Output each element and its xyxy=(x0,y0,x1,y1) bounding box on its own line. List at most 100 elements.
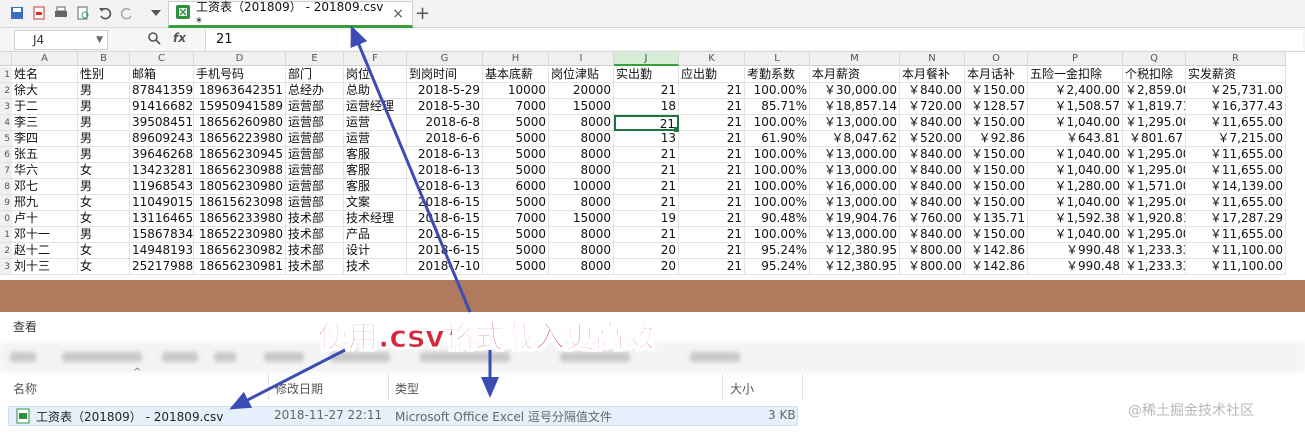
table-cell[interactable]: ￥11,655.00 xyxy=(1186,115,1286,131)
table-cell[interactable]: 5000 xyxy=(483,243,549,259)
header-cell[interactable]: 应出勤 xyxy=(679,67,745,83)
table-cell[interactable]: 18656233980 xyxy=(194,211,286,227)
table-cell[interactable]: 10000 xyxy=(483,83,549,99)
table-cell[interactable]: 运营 xyxy=(344,131,407,147)
header-cell[interactable]: 本月薪资 xyxy=(810,67,900,83)
table-cell[interactable]: ￥7,215.00 xyxy=(1186,131,1286,147)
table-cell[interactable]: 90.48% xyxy=(745,211,810,227)
table-cell[interactable]: 914166824 xyxy=(130,99,194,115)
header-cell[interactable]: 五险一金扣除 xyxy=(1028,67,1123,83)
table-cell[interactable]: ￥13,000.00 xyxy=(810,227,900,243)
table-cell[interactable]: ￥11,655.00 xyxy=(1186,163,1286,179)
table-cell[interactable]: 95.24% xyxy=(745,243,810,259)
row-header[interactable]: 1 xyxy=(0,67,12,83)
table-cell[interactable]: ￥11,100.00 xyxy=(1186,259,1286,275)
table-cell[interactable]: 21 xyxy=(679,147,745,163)
table-cell[interactable]: 2018-5-29 xyxy=(407,83,483,99)
table-cell[interactable]: ￥92.86 xyxy=(965,131,1028,147)
table-cell[interactable]: 18656230945 xyxy=(194,147,286,163)
row-header[interactable]: 3 xyxy=(0,99,12,115)
table-cell[interactable]: 男 xyxy=(78,115,130,131)
spreadsheet-grid[interactable]: A B C D E F G H I J K L M N O P Q R 1 姓名 性别 邮箱 手机号码 部门 岗位 到岗时间 基本底… xyxy=(0,52,1305,280)
table-cell[interactable]: 7000 xyxy=(483,99,549,115)
table-cell[interactable]: ￥801.67 xyxy=(1123,131,1186,147)
table-cell[interactable]: ￥1,040.00 xyxy=(1028,195,1123,211)
table-cell[interactable]: 878413592 xyxy=(130,83,194,99)
print-preview-icon[interactable] xyxy=(74,4,92,22)
row-header[interactable]: 6 xyxy=(0,147,12,163)
table-cell[interactable]: 李四 xyxy=(12,131,78,147)
table-cell[interactable]: 20000 xyxy=(549,83,614,99)
column-header-e[interactable]: E xyxy=(286,52,344,66)
table-cell[interactable]: 2018-6-8 xyxy=(407,115,483,131)
table-cell[interactable]: ￥800.00 xyxy=(900,259,965,275)
header-cell[interactable]: 姓名 xyxy=(12,67,78,83)
table-cell[interactable]: 邓七 xyxy=(12,179,78,195)
column-divider[interactable] xyxy=(268,374,269,400)
table-cell[interactable]: ￥1,592.38 xyxy=(1028,211,1123,227)
table-cell[interactable]: ￥13,000.00 xyxy=(810,163,900,179)
file-name[interactable]: 工资表（201809） - 201809.csv xyxy=(36,408,223,425)
table-cell[interactable]: 技术部 xyxy=(286,243,344,259)
table-cell[interactable]: 21 xyxy=(614,83,679,99)
table-cell[interactable]: ￥13,000.00 xyxy=(810,115,900,131)
table-cell[interactable]: ￥142.86 xyxy=(965,259,1028,275)
table-cell[interactable]: 技术部 xyxy=(286,227,344,243)
column-header-k[interactable]: K xyxy=(679,52,745,66)
table-cell[interactable]: 男 xyxy=(78,179,130,195)
table-cell[interactable]: 邓十一 xyxy=(12,227,78,243)
row-header[interactable]: 2 xyxy=(0,243,12,259)
table-cell[interactable]: 21 xyxy=(614,179,679,195)
table-cell[interactable]: ￥1,040.00 xyxy=(1028,115,1123,131)
table-cell[interactable]: 5000 xyxy=(483,259,549,275)
select-all-corner[interactable] xyxy=(0,52,12,66)
table-cell[interactable]: ￥8,047.62 xyxy=(810,131,900,147)
column-header-size[interactable]: 大小 xyxy=(730,380,754,397)
table-cell[interactable]: 18652230980 xyxy=(194,227,286,243)
header-cell[interactable]: 个税扣除 xyxy=(1123,67,1186,83)
table-cell[interactable]: ￥840.00 xyxy=(900,163,965,179)
column-divider[interactable] xyxy=(388,374,389,400)
header-cell[interactable]: 实发薪资 xyxy=(1186,67,1286,83)
table-cell[interactable]: ￥135.71 xyxy=(965,211,1028,227)
table-cell[interactable]: 总助 xyxy=(344,83,407,99)
table-cell[interactable]: ￥13,000.00 xyxy=(810,147,900,163)
table-cell[interactable]: 5000 xyxy=(483,131,549,147)
table-cell[interactable]: 100.00% xyxy=(745,83,810,99)
table-cell[interactable]: 客服 xyxy=(344,163,407,179)
table-cell[interactable]: 李三 xyxy=(12,115,78,131)
table-cell[interactable]: ￥150.00 xyxy=(965,83,1028,99)
table-cell[interactable]: 8000 xyxy=(549,115,614,131)
table-cell[interactable]: 18963642351 xyxy=(194,83,286,99)
table-cell[interactable]: 技术部 xyxy=(286,211,344,227)
table-cell[interactable]: ￥11,100.00 xyxy=(1186,243,1286,259)
table-cell[interactable]: 21 xyxy=(614,195,679,211)
column-header-date[interactable]: 修改日期 xyxy=(275,380,323,397)
table-cell[interactable]: 运营 xyxy=(344,115,407,131)
table-cell[interactable]: 张五 xyxy=(12,147,78,163)
table-cell[interactable]: 21 xyxy=(679,211,745,227)
table-cell[interactable]: 客服 xyxy=(344,179,407,195)
header-cell[interactable]: 性别 xyxy=(78,67,130,83)
row-header[interactable]: 7 xyxy=(0,163,12,179)
table-cell[interactable]: 男 xyxy=(78,147,130,163)
header-cell[interactable]: 基本底薪 xyxy=(483,67,549,83)
table-cell[interactable]: ￥11,655.00 xyxy=(1186,227,1286,243)
table-cell[interactable]: 运营部 xyxy=(286,115,344,131)
table-cell[interactable]: 运营部 xyxy=(286,99,344,115)
table-cell[interactable]: 100.00% xyxy=(745,195,810,211)
column-header-name[interactable]: 名称 xyxy=(13,380,37,397)
table-cell[interactable]: 8000 xyxy=(549,259,614,275)
tab-document[interactable]: 工资表（201809） - 201809.csv * × xyxy=(168,0,413,29)
table-cell[interactable]: 110490152 xyxy=(130,195,194,211)
table-cell[interactable]: 文案 xyxy=(344,195,407,211)
table-cell[interactable]: ￥25,731.00 xyxy=(1186,83,1286,99)
table-cell[interactable]: ￥1,040.00 xyxy=(1028,147,1123,163)
table-cell[interactable]: 技术部 xyxy=(286,259,344,275)
table-cell[interactable]: 21 xyxy=(679,83,745,99)
table-cell[interactable]: ￥840.00 xyxy=(900,227,965,243)
table-cell[interactable]: 15000 xyxy=(549,211,614,227)
table-cell[interactable]: 2018-6-15 xyxy=(407,227,483,243)
table-cell[interactable]: ￥1,040.00 xyxy=(1028,163,1123,179)
column-header-n[interactable]: N xyxy=(900,52,965,66)
